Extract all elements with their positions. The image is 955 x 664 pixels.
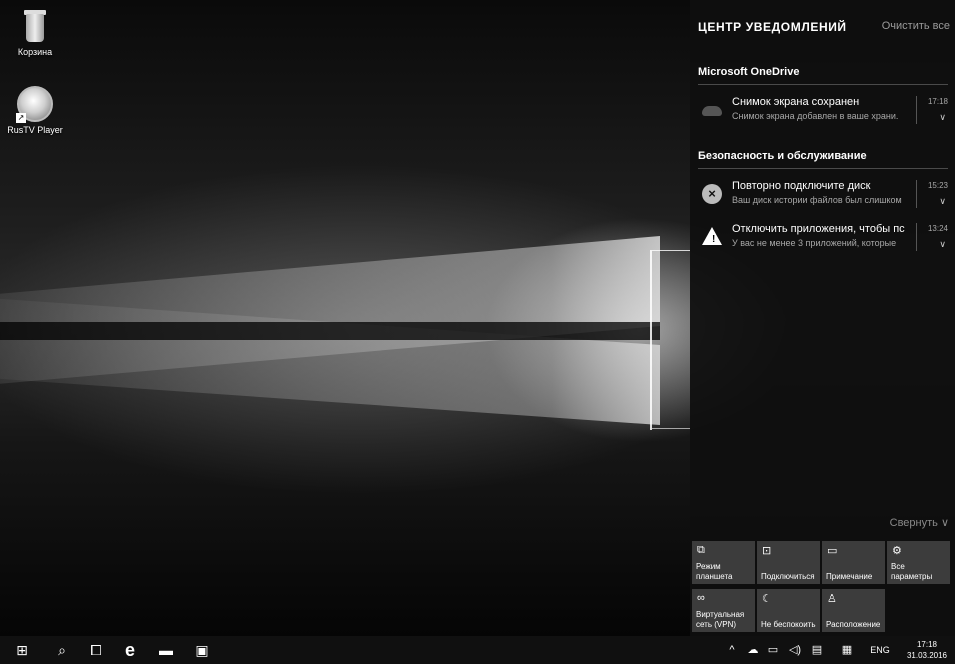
divider [698,168,948,169]
divider [916,96,917,124]
note-icon: ▭ [827,545,838,557]
notification-time: 17:18 [927,97,948,106]
notification-title: Снимок экрана сохранен [732,96,860,108]
quick-action-label: Расположение [826,620,881,629]
quick-action-all-settings[interactable]: ⚙ Все параметры [887,541,950,584]
expand-chevron-icon[interactable]: ∨ [939,112,946,123]
volume-icon[interactable]: ◁) [784,636,806,664]
quick-action-location[interactable]: ♙ Расположение [822,589,885,632]
quick-action-label: Режим планшета [696,562,733,581]
moon-icon: ☾ [762,593,772,605]
task-view-icon[interactable]: ⧠ [78,636,114,664]
quick-action-connect[interactable]: ⊡ Подключиться [757,541,820,584]
error-x-icon: × [702,184,722,204]
notification-time: 15:23 [927,181,948,190]
divider [698,84,948,85]
warning-mark: ! [712,234,716,245]
notification-group-onedrive[interactable]: Microsoft OneDrive [698,66,799,78]
action-center-title: ЦЕНТР УВЕДОМЛЕНИЙ [698,20,847,34]
notification-body: У вас не менее 3 приложений, которые [732,238,897,248]
edge-browser-icon[interactable]: e [112,636,148,664]
quick-action-label: Подключиться [761,572,815,581]
notification-group-security[interactable]: Безопасность и обслуживание [698,150,867,162]
quick-action-do-not-disturb[interactable]: ☾ Не беспокоить [757,589,820,632]
quick-action-label: Все параметры [891,562,933,581]
desktop-icon-recycle-bin[interactable]: Корзина [0,10,70,57]
quick-action-note[interactable]: ▭ Примечание [822,541,885,584]
quick-action-label: Виртуальная сеть (VPN) [696,610,745,629]
file-explorer-icon[interactable]: ▬ [148,636,184,664]
shadow-band [0,322,660,340]
touch-keyboard-icon[interactable]: ▦ [834,636,860,664]
start-button[interactable]: ⊞ [4,636,40,664]
notification-item[interactable]: Снимок экрана сохранен Снимок экрана доб… [698,94,948,130]
language-indicator[interactable]: ENG [866,636,894,664]
notification-title: Повторно подключите диск [732,180,871,192]
rustv-player-icon: ↗ [16,86,53,123]
expand-chevron-icon[interactable]: ∨ [939,196,946,207]
divider [916,180,917,208]
collapse-button[interactable]: Свернуть ∨ [890,516,949,529]
divider [916,223,917,251]
action-center-panel: ЦЕНТР УВЕДОМЛЕНИЙ Очистить все Microsoft… [690,0,955,636]
notification-item[interactable]: × Повторно подключите диск Ваш диск исто… [698,178,948,214]
window-logo-edge [652,428,690,429]
desktop-icon-label: Корзина [17,47,53,57]
shortcut-arrow-icon: ↗ [16,113,26,123]
show-hidden-icons-chevron-icon[interactable]: ^ [724,636,740,664]
notification-item[interactable]: ! Отключить приложения, чтобы пс У вас н… [698,221,948,257]
store-icon[interactable]: ▣ [184,636,220,664]
notification-title: Отключить приложения, чтобы пс [732,223,905,235]
search-icon[interactable]: ⌕ [44,636,80,664]
connect-icon: ⊡ [762,545,772,557]
network-icon[interactable]: ▭ [764,636,782,664]
clock-time: 17:18 [916,640,938,649]
notification-body: Ваш диск истории файлов был слишком [732,195,902,205]
clock[interactable]: 17:18 31.03.2016 [903,639,951,661]
onedrive-tray-icon[interactable]: ☁ [744,636,762,664]
window-logo-edge [650,250,690,430]
quick-action-label: Не беспокоить [761,620,816,629]
clear-all-button[interactable]: Очистить все [882,20,950,32]
quick-action-label: Примечание [826,572,873,581]
recycle-bin-icon [22,10,48,44]
gear-icon: ⚙ [892,545,902,557]
desktop-icon-rustv-player[interactable]: ↗ RusTV Player [0,86,70,135]
onedrive-cloud-icon [702,106,722,116]
notification-body: Снимок экрана добавлен в ваше храни. [732,111,899,121]
location-icon: ♙ [827,593,837,605]
quick-action-vpn[interactable]: ∞ Виртуальная сеть (VPN) [692,589,755,632]
vpn-icon: ∞ [697,592,705,604]
taskbar: ⊞ ⌕ ⧠ e ▬ ▣ ^ ☁ ▭ ◁) ▤ ▦ ENG 17:18 31.03… [0,636,955,664]
clock-date: 31.03.2016 [906,651,948,660]
action-center-icon[interactable]: ▤ [808,636,826,664]
window-logo-edge [652,250,690,251]
notification-time: 13:24 [927,224,948,233]
expand-chevron-icon[interactable]: ∨ [939,239,946,250]
action-center-header: ЦЕНТР УВЕДОМЛЕНИЙ Очистить все [698,20,950,38]
desktop-icon-label: RusTV Player [7,125,63,135]
quick-action-tablet-mode[interactable]: ⧉ Режим планшета [692,541,755,584]
tablet-mode-icon: ⧉ [697,544,705,556]
